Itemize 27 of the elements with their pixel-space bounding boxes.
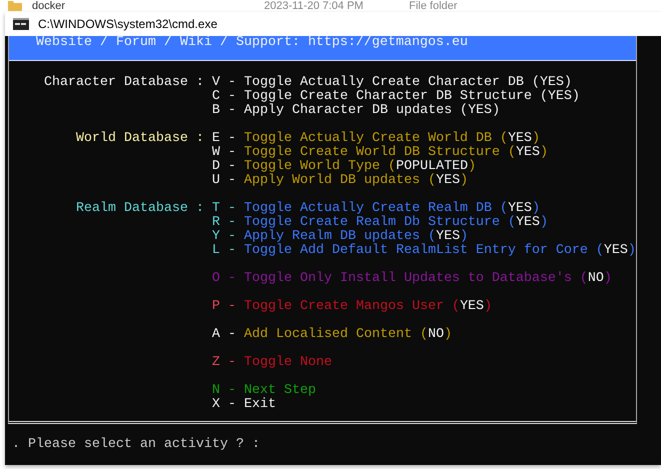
menu-option: R - Toggle Create Realm Db Structure (YES): [212, 216, 548, 230]
menu-option: T - Toggle Actually Create Realm DB (YES): [212, 202, 540, 216]
prompt-text: . Please select an activity ? :: [11, 438, 261, 452]
menu-option: X - Exit: [212, 398, 276, 412]
console-icon: [13, 18, 29, 30]
menu-option: D - Toggle World Type (POPULATED): [212, 160, 476, 174]
menu-option: O - Toggle Only Install Updates to Database's (NO): [212, 272, 612, 286]
menu-option: Z - Toggle None: [212, 356, 332, 370]
menu-option: E - Toggle Actually Create World DB (YES): [212, 132, 540, 146]
file-date: 2023-11-20 7:04 PM: [264, 0, 364, 12]
section-label: Character Database :: [44, 75, 204, 90]
section-label: Realm Database :: [76, 201, 204, 216]
menu-option: W - Toggle Create World DB Structure (YES): [212, 146, 548, 160]
menu-option: C - Toggle Create Character DB Structure (YES): [212, 90, 580, 104]
menu-option: V - Toggle Actually Create Character DB (YES): [212, 76, 572, 90]
section-label: World Database :: [76, 131, 204, 146]
file-type: File folder: [409, 0, 458, 12]
file-name: docker: [32, 0, 66, 12]
window-title: C:\WINDOWS\system32\cmd.exe: [38, 17, 218, 31]
menu-option: N - Next Step: [212, 384, 316, 398]
header-text: Website / Forum / Wiki / Support: https://getmangos.eu: [36, 36, 468, 50]
menu-option: B - Apply Character DB updates (YES): [212, 104, 500, 118]
menu-option: L - Toggle Add Default RealmList Entry for Core (YES): [212, 244, 636, 258]
menu-option: P - Toggle Create Mangos User (YES): [212, 300, 492, 314]
menu-option: Y - Apply Realm DB updates (YES): [212, 230, 468, 244]
menu-option: A - Add Localised Content (NO): [212, 328, 452, 342]
menu-option: U - Apply World DB updates (YES): [212, 174, 468, 188]
